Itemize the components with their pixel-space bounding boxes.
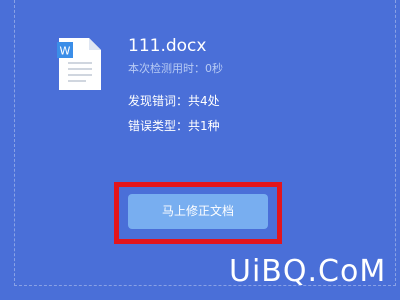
detection-duration: 本次检测用时：0秒 (128, 62, 223, 75)
error-types-count: 错误类型：共1种 (128, 119, 220, 133)
errors-found-count: 发现错词：共4处 (128, 94, 220, 108)
watermark: UiBQ.CoM (229, 254, 387, 289)
svg-text:W: W (60, 45, 71, 58)
file-name: 111.docx (128, 36, 207, 56)
word-document-icon: W (57, 38, 101, 90)
fix-document-button[interactable]: 马上修正文档 (128, 194, 268, 229)
